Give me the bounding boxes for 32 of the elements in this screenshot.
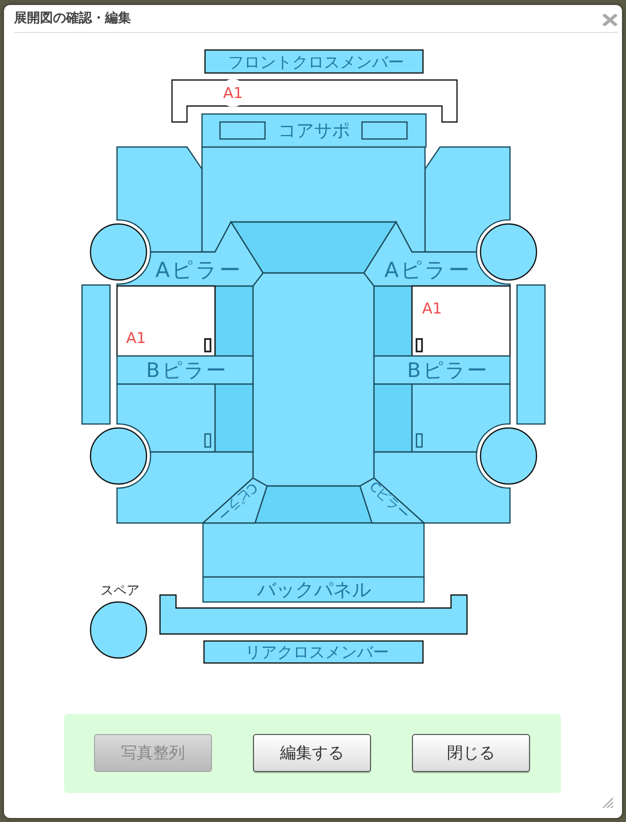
damage-mark: A1	[126, 329, 146, 347]
door-inner-panel	[214, 383, 254, 453]
door-handle-icon	[204, 338, 212, 352]
door-handle-icon	[416, 433, 423, 448]
pillar-panel: Cピラー	[359, 477, 426, 524]
cross-member-panel: フロントクロスメンバー	[204, 49, 424, 74]
core-support-slot	[219, 121, 266, 140]
resize-grip-icon[interactable]	[603, 798, 613, 808]
damage-mark: A1	[422, 300, 442, 318]
edit-button[interactable]: 編集する	[253, 734, 371, 772]
wheel	[480, 427, 538, 485]
door-handle-icon	[204, 433, 212, 448]
dialog-title: 展開図の確認・編集	[14, 10, 131, 27]
pillar-panel: Bピラー	[373, 355, 511, 385]
door-handle-icon	[416, 338, 423, 352]
pillar-panel: Aピラー	[116, 221, 264, 287]
door-inner-panel	[373, 383, 413, 453]
pillar-panel: Aピラー	[363, 221, 511, 287]
cross-member-panel: リアクロスメンバー	[203, 640, 424, 664]
close-button[interactable]: 閉じる	[412, 734, 530, 772]
close-icon[interactable]	[602, 14, 618, 26]
door-inner-panel	[214, 285, 254, 357]
wheel	[90, 427, 148, 485]
pillar-panel: Cピラー	[201, 477, 268, 524]
back-panel: バックパネル	[202, 576, 425, 603]
core-support-slot	[361, 121, 408, 140]
door-inner-panel	[373, 285, 413, 357]
wheel	[90, 601, 148, 659]
spare-label: スペア	[100, 584, 140, 598]
wheel	[90, 223, 148, 281]
pillar-panel: Bピラー	[116, 355, 254, 385]
wheel	[480, 223, 538, 281]
